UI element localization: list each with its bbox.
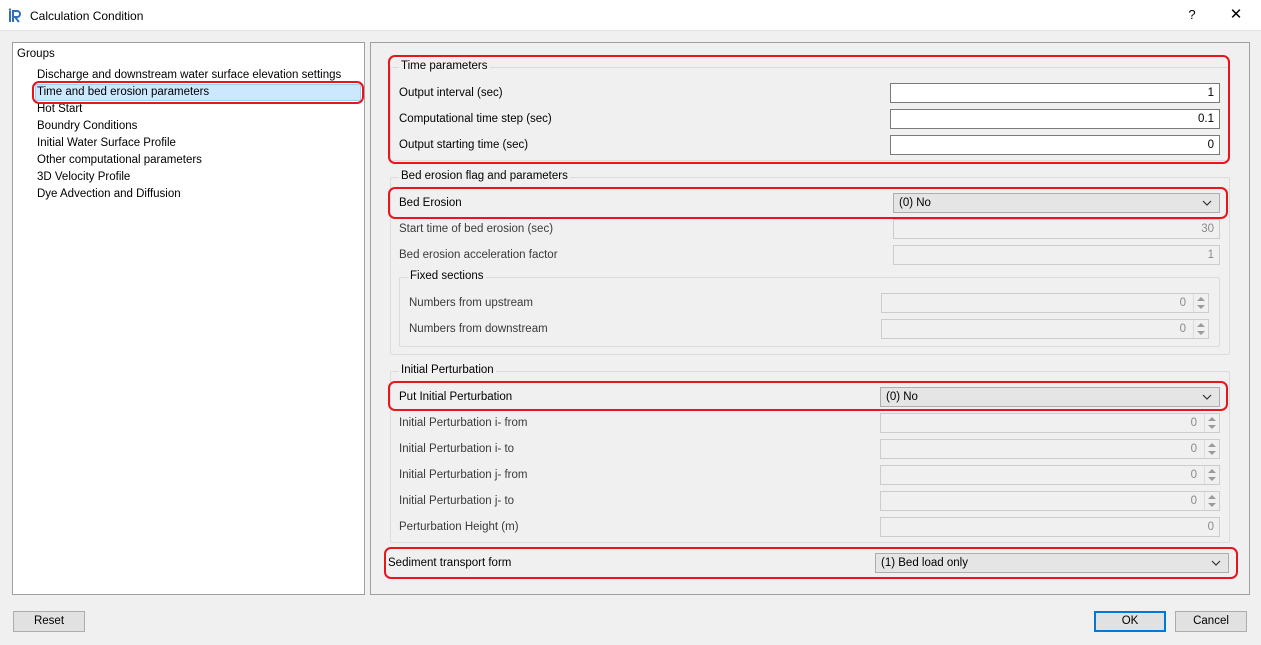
- time-parameters-title: Time parameters: [399, 60, 490, 72]
- group-item-time-bed-erosion[interactable]: Time and bed erosion parameters: [35, 84, 361, 101]
- output-starting-time-label: Output starting time (sec): [399, 139, 529, 151]
- close-button[interactable]: ✕: [1224, 4, 1248, 26]
- perturbation-i-to-label: Initial Perturbation i- to: [399, 443, 515, 455]
- output-interval-label: Output interval (sec): [399, 87, 503, 99]
- spin-arrows[interactable]: [1193, 294, 1208, 312]
- perturbation-j-to-label: Initial Perturbation j- to: [399, 495, 515, 507]
- spin-arrows[interactable]: [1204, 440, 1219, 458]
- group-item-3d-velocity[interactable]: 3D Velocity Profile: [36, 169, 130, 186]
- perturbation-j-from-value: 0: [1190, 469, 1197, 481]
- groups-tree: Groups Discharge and downstream water su…: [12, 42, 365, 595]
- spin-up-icon[interactable]: [1208, 495, 1216, 499]
- output-interval-input[interactable]: 1: [890, 83, 1220, 103]
- iric-app-icon: [8, 8, 21, 23]
- numbers-from-downstream-value: 0: [1179, 323, 1186, 335]
- sediment-transport-select[interactable]: (1) Bed load only: [875, 553, 1229, 573]
- numbers-from-upstream-spinbox[interactable]: 0: [881, 293, 1209, 313]
- perturbation-j-from-label: Initial Perturbation j- from: [399, 469, 528, 481]
- fixed-sections-title: Fixed sections: [408, 270, 486, 282]
- put-initial-perturbation-select[interactable]: (0) No: [880, 387, 1220, 407]
- spin-down-icon[interactable]: [1208, 425, 1216, 429]
- perturbation-i-from-label: Initial Perturbation i- from: [399, 417, 528, 429]
- bed-erosion-label: Bed Erosion: [399, 197, 462, 209]
- perturbation-height-label: Perturbation Height (m): [399, 521, 519, 533]
- perturbation-i-from-spinbox[interactable]: 0: [880, 413, 1220, 433]
- perturbation-j-to-value: 0: [1190, 495, 1197, 507]
- perturbation-i-to-value: 0: [1190, 443, 1197, 455]
- spin-down-icon[interactable]: [1208, 477, 1216, 481]
- spin-up-icon[interactable]: [1208, 417, 1216, 421]
- start-time-bed-erosion-input[interactable]: 30: [893, 219, 1220, 239]
- help-button[interactable]: ?: [1180, 4, 1204, 26]
- group-item-initial-water-surface[interactable]: Initial Water Surface Profile: [36, 135, 176, 152]
- title-bar: Calculation Condition ? ✕: [0, 0, 1261, 31]
- perturbation-j-to-spinbox[interactable]: 0: [880, 491, 1220, 511]
- spin-arrows[interactable]: [1193, 320, 1208, 338]
- initial-perturbation-title: Initial Perturbation: [399, 364, 496, 376]
- chevron-down-icon: [1202, 200, 1212, 206]
- spin-arrows[interactable]: [1204, 466, 1219, 484]
- window-title: Calculation Condition: [30, 9, 144, 23]
- bed-erosion-title: Bed erosion flag and parameters: [399, 170, 570, 182]
- acceleration-factor-label: Bed erosion acceleration factor: [399, 249, 558, 261]
- group-item-hot-start[interactable]: Hot Start: [36, 101, 82, 118]
- parameters-panel: Time parameters Output interval (sec) 1 …: [370, 42, 1250, 595]
- put-initial-perturbation-label: Put Initial Perturbation: [399, 391, 513, 403]
- group-item-dye-advection[interactable]: Dye Advection and Diffusion: [36, 186, 181, 203]
- put-initial-perturbation-value: (0) No: [886, 391, 918, 403]
- perturbation-j-from-spinbox[interactable]: 0: [880, 465, 1220, 485]
- spin-up-icon[interactable]: [1208, 443, 1216, 447]
- chevron-down-icon: [1202, 394, 1212, 400]
- spin-arrows[interactable]: [1204, 492, 1219, 510]
- numbers-from-upstream-label: Numbers from upstream: [409, 297, 533, 309]
- perturbation-height-input[interactable]: 0: [880, 517, 1220, 537]
- bed-erosion-select[interactable]: (0) No: [893, 193, 1220, 213]
- spin-down-icon[interactable]: [1197, 331, 1205, 335]
- sediment-transport-label: Sediment transport form: [388, 557, 512, 569]
- spin-down-icon[interactable]: [1208, 451, 1216, 455]
- groups-header: Groups: [17, 48, 55, 60]
- spin-arrows[interactable]: [1204, 414, 1219, 432]
- spin-down-icon[interactable]: [1197, 305, 1205, 309]
- output-starting-time-input[interactable]: 0: [890, 135, 1220, 155]
- spin-up-icon[interactable]: [1197, 323, 1205, 327]
- chevron-down-icon: [1211, 560, 1221, 566]
- group-item-boundary-conditions[interactable]: Boundry Conditions: [36, 118, 137, 135]
- spin-down-icon[interactable]: [1208, 503, 1216, 507]
- group-item-other-computational[interactable]: Other computational parameters: [36, 152, 202, 169]
- group-item-discharge[interactable]: Discharge and downstream water surface e…: [36, 67, 341, 84]
- spin-up-icon[interactable]: [1197, 297, 1205, 301]
- acceleration-factor-input[interactable]: 1: [893, 245, 1220, 265]
- cancel-button[interactable]: Cancel: [1175, 611, 1247, 632]
- perturbation-i-to-spinbox[interactable]: 0: [880, 439, 1220, 459]
- numbers-from-downstream-spinbox[interactable]: 0: [881, 319, 1209, 339]
- spin-up-icon[interactable]: [1208, 469, 1216, 473]
- perturbation-i-from-value: 0: [1190, 417, 1197, 429]
- numbers-from-upstream-value: 0: [1179, 297, 1186, 309]
- ok-button[interactable]: OK: [1094, 611, 1166, 632]
- start-time-bed-erosion-label: Start time of bed erosion (sec): [399, 223, 554, 235]
- bed-erosion-value: (0) No: [899, 197, 931, 209]
- numbers-from-downstream-label: Numbers from downstream: [409, 323, 548, 335]
- sediment-transport-value: (1) Bed load only: [881, 557, 968, 569]
- computational-time-step-input[interactable]: 0.1: [890, 109, 1220, 129]
- reset-button[interactable]: Reset: [13, 611, 85, 632]
- computational-time-step-label: Computational time step (sec): [399, 113, 552, 125]
